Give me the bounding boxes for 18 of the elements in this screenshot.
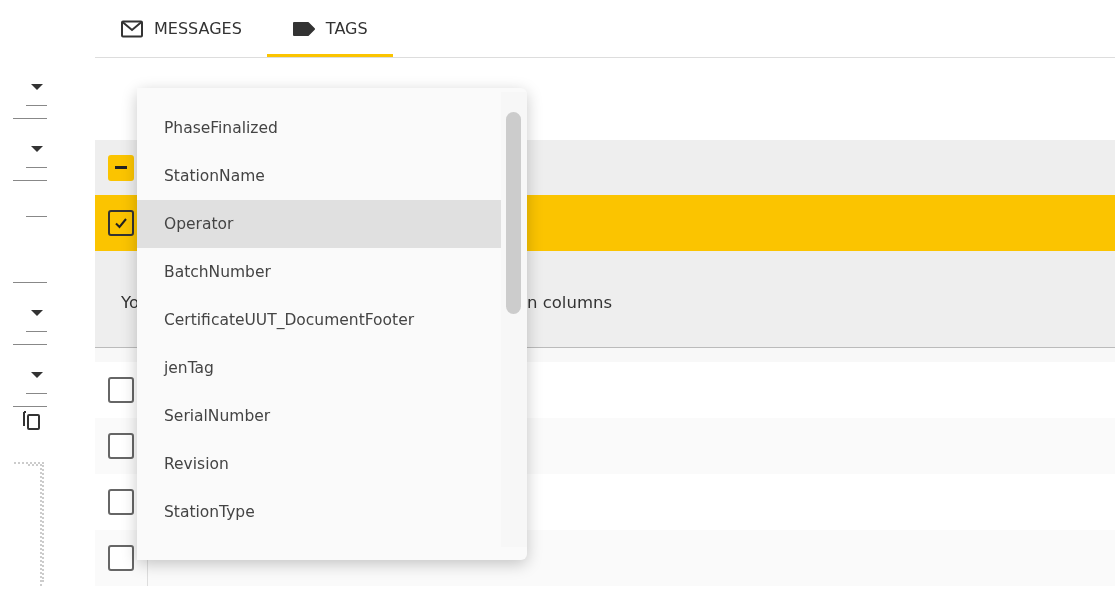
scrollbar-thumb[interactable]	[506, 112, 521, 314]
caret-icon	[30, 83, 43, 91]
tab[interactable]: TAGS	[266, 0, 393, 57]
tab[interactable]: MESSAGES	[105, 0, 267, 57]
caret-icon	[30, 371, 43, 379]
tag-icon	[292, 20, 315, 37]
checkbox[interactable]	[108, 489, 134, 515]
minus-icon	[115, 166, 127, 169]
mail-icon	[121, 19, 143, 38]
copy-icon	[22, 409, 42, 431]
checkbox[interactable]	[108, 210, 134, 236]
info-text: n columns	[527, 292, 613, 312]
caret-icon	[30, 309, 43, 317]
menu-item[interactable]: Operator	[137, 200, 501, 248]
caret-icon	[30, 145, 43, 153]
checkbox[interactable]	[108, 433, 134, 459]
checkbox[interactable]	[108, 377, 134, 403]
checkbox[interactable]	[108, 545, 134, 571]
